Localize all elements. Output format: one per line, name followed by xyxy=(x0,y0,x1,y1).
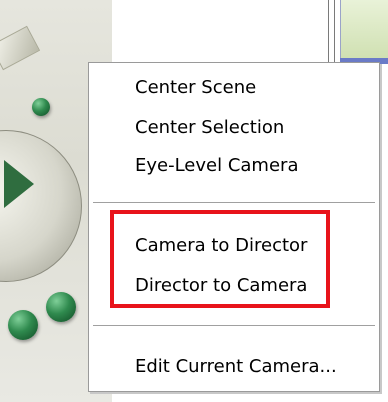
menu-item-center-selection[interactable]: Center Selection xyxy=(89,109,379,147)
window-border xyxy=(334,0,335,70)
menu-item-eye-level-camera[interactable]: Eye-Level Camera xyxy=(89,147,379,185)
camera-context-menu: Center Scene Center Selection Eye-Level … xyxy=(88,62,380,392)
menu-item-director-to-camera[interactable]: Director to Camera xyxy=(89,267,379,305)
scene-sphere xyxy=(46,292,76,322)
menu-item-edit-current-camera[interactable]: Edit Current Camera... xyxy=(89,348,379,386)
scene-sphere xyxy=(8,310,38,340)
background-panel xyxy=(340,0,388,60)
window-border xyxy=(328,0,329,70)
scene-arrow xyxy=(4,160,34,208)
scene-sphere xyxy=(32,98,50,116)
menu-separator xyxy=(93,202,375,204)
menu-item-center-scene[interactable]: Center Scene xyxy=(89,69,379,107)
menu-item-camera-to-director[interactable]: Camera to Director xyxy=(89,227,379,265)
scene-prop xyxy=(0,25,41,71)
background-window-edge xyxy=(328,0,388,70)
menu-separator xyxy=(93,325,375,327)
